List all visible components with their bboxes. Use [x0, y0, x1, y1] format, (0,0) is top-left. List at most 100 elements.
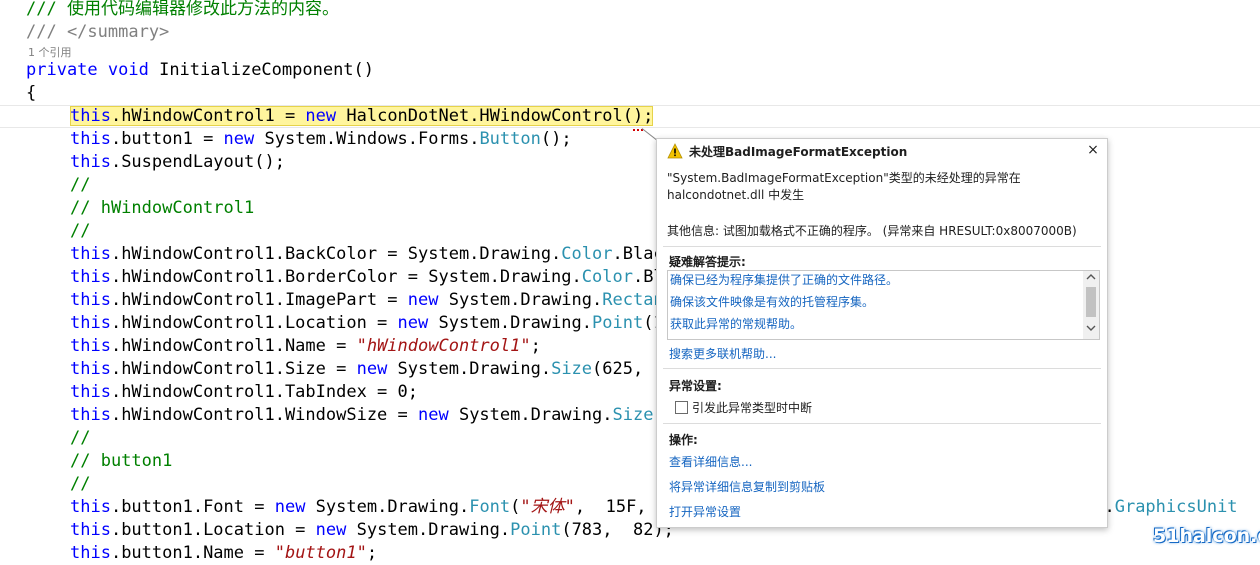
code-text: .button1.Name = [110, 543, 275, 563]
code-line-9: // hWindowControl1 [70, 197, 254, 220]
code-text: System.Drawing. [387, 359, 552, 379]
comment: // [70, 175, 91, 195]
code-text: .hWindowControl1.WindowSize = [110, 405, 418, 425]
close-icon[interactable]: × [1085, 142, 1101, 158]
keyword: this [70, 313, 111, 333]
keyword: this [70, 152, 111, 172]
code-text: .hWindowControl1.Location = [110, 313, 398, 333]
troubleshooting-tips-list[interactable]: 确保已经为程序集提供了正确的文件路径。 确保该文件映像是有效的托管程序集。 获取… [667, 270, 1100, 340]
keyword: this [70, 129, 111, 149]
code-text: .button1.Location = [110, 520, 316, 540]
keyword: this [70, 497, 111, 517]
code-text: .SuspendLayout(); [110, 152, 285, 172]
type-name: Color [561, 244, 613, 264]
tip-link[interactable]: 确保该文件映像是有效的托管程序集。 [670, 292, 874, 312]
keyword: this [70, 405, 111, 425]
code-line-10: // [70, 220, 90, 243]
code-text: (); [540, 129, 572, 149]
keyword: this [70, 267, 111, 287]
codelens-references[interactable]: 1 个引用 [28, 44, 72, 60]
code-line-17: this.hWindowControl1.TabIndex = 0; [70, 381, 418, 404]
code-line-21: // [70, 473, 90, 496]
code-text: .button1 = [110, 129, 224, 149]
code-line-14: this.hWindowControl1.Location = new Syst… [70, 312, 664, 335]
chevron-down-icon[interactable] [1083, 323, 1099, 337]
view-details-link[interactable]: 查看详细信息... [669, 453, 752, 470]
break-on-exception-checkbox[interactable] [675, 401, 688, 414]
keyword: this [70, 359, 111, 379]
keyword: this [70, 336, 111, 356]
keyword: this [70, 543, 111, 563]
exception-message-line-1: "System.BadImageFormatException"类型的未经处理的… [667, 171, 1021, 185]
code-text: ; [366, 543, 378, 563]
keyword: new [274, 497, 306, 517]
warning-icon [667, 143, 683, 159]
doc-comment: /// </summary> [26, 22, 170, 42]
code-text: .hWindowControl1.Size = [110, 359, 357, 379]
code-line-1: /// 使用代码编辑器修改此方法的内容。 [26, 0, 339, 21]
comment: // [70, 474, 91, 494]
comment: // hWindowControl1 [70, 198, 255, 218]
code-line-2: /// </summary> [26, 21, 169, 44]
code-line-18: this.hWindowControl1.WindowSize = new Sy… [70, 404, 664, 427]
divider [663, 423, 1101, 424]
divider [663, 246, 1101, 247]
keyword: this [70, 382, 111, 402]
code-line-19: // [70, 427, 90, 450]
exception-settings-title: 异常设置: [669, 379, 722, 393]
popup-header: 未处理BadImageFormatException × [657, 139, 1107, 163]
code-text: .hWindowControl1.TabIndex = 0; [110, 382, 418, 402]
type-name: Color [581, 267, 633, 287]
keyword: this [70, 290, 111, 310]
keyword: new [407, 290, 439, 310]
troubleshooting-title: 疑难解答提示: [669, 255, 746, 269]
keyword: new [305, 106, 337, 126]
code-text: System.Drawing. [346, 520, 511, 540]
tips-scrollbar[interactable] [1083, 271, 1099, 339]
chevron-up-icon[interactable] [1083, 272, 1099, 286]
exception-helper-popup: 未处理BadImageFormatException × "System.Bad… [656, 138, 1108, 528]
code-text: .button1.Font = [110, 497, 275, 517]
checkbox-label[interactable]: 引发此异常类型时中断 [692, 399, 812, 416]
search-online-help-link[interactable]: 搜索更多联机帮助... [669, 345, 776, 362]
site-watermark: 51halcon.com [1153, 525, 1260, 547]
tip-link[interactable]: 确保已经为程序集提供了正确的文件路径。 [670, 270, 898, 290]
code-line-23: this.button1.Location = new System.Drawi… [70, 519, 674, 542]
code-text: .hWindowControl1 = [110, 106, 306, 126]
code-line-11: this.hWindowControl1.BackColor = System.… [70, 243, 674, 266]
code-line-8: // [70, 174, 90, 197]
code-text: System.Drawing. [448, 405, 613, 425]
keyword: new [223, 129, 255, 149]
open-exception-settings-link[interactable]: 打开异常设置 [669, 503, 741, 520]
actions-title: 操作: [669, 433, 698, 447]
copy-details-link[interactable]: 将异常详细信息复制到剪贴板 [669, 478, 825, 495]
type-name: Font [469, 497, 511, 517]
brace: { [26, 83, 37, 103]
code-text: HalconDotNet.HWindowControl(); [336, 106, 654, 126]
type-name: Point [510, 520, 562, 540]
keyword: new [418, 405, 449, 425]
code-line-12: this.hWindowControl1.BorderColor = Syste… [70, 266, 674, 289]
scrollbar-thumb[interactable] [1086, 287, 1096, 317]
type-name: Button [479, 129, 541, 149]
code-line-22: this.button1.Font = new System.Drawing.F… [70, 496, 677, 519]
keyword: new [315, 520, 347, 540]
code-text: System.Drawing. [438, 290, 603, 310]
type-name: GraphicsUnit [1114, 497, 1238, 517]
code-text: System.Drawing. [305, 497, 470, 517]
additional-info: 其他信息: 试图加载格式不正确的程序。 (异常来自 HRESULT:0x8007… [667, 224, 1077, 238]
keyword: private [26, 60, 98, 80]
code-line-3: private void InitializeComponent() [26, 59, 374, 82]
string-literal: "宋体" [520, 497, 575, 517]
comment: // [70, 221, 91, 241]
code-text: .hWindowControl1.Name = [110, 336, 357, 356]
code-text: .hWindowControl1.BorderColor = System.Dr… [110, 267, 582, 287]
code-line-5: this.hWindowControl1 = new HalconDotNet.… [70, 105, 654, 128]
code-text: ( [510, 497, 521, 517]
code-text: System.Drawing. [428, 313, 593, 333]
type-name: Point [592, 313, 644, 333]
exception-message-line-2: halcondotnet.dll 中发生 [667, 188, 805, 202]
keyword: this [70, 244, 111, 264]
tip-link[interactable]: 获取此异常的常规帮助。 [670, 314, 802, 334]
keyword: new [397, 313, 429, 333]
